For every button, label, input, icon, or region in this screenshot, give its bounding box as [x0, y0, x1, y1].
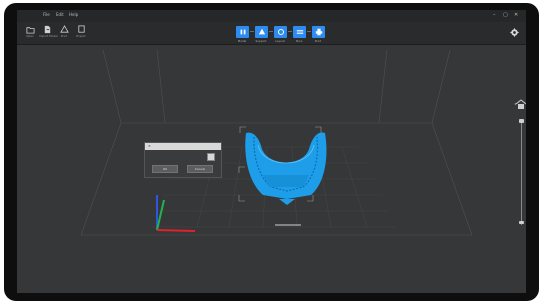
open-label: Open — [26, 34, 34, 38]
step-support-label: Support — [255, 39, 267, 43]
dental-model[interactable] — [245, 132, 327, 205]
support-icon — [258, 28, 265, 35]
build-volume — [80, 49, 473, 236]
close-button[interactable]: ✕ — [514, 12, 518, 18]
maximize-button[interactable]: ▢ — [503, 12, 508, 18]
x-axis — [156, 229, 196, 232]
axis-gizmo — [156, 195, 196, 232]
step-layout-label: Layout — [275, 39, 285, 43]
3d-viewport[interactable]: × OK Cancel — [17, 45, 526, 293]
main-toolbar: Open Import Model Print Export Model Sup… — [17, 22, 526, 45]
step-model[interactable] — [236, 26, 249, 38]
import-model-button[interactable]: Import Model — [39, 25, 58, 42]
step-connector — [250, 31, 254, 32]
step-slice-label: Slice — [295, 39, 303, 43]
step-print-label: Print — [314, 39, 322, 43]
export-label: Export — [76, 34, 86, 38]
layer-slider-bottom-handle[interactable] — [519, 221, 524, 224]
layout-icon — [277, 28, 284, 36]
dialog-title-bar: × — [145, 143, 221, 150]
home-view-icon[interactable] — [514, 98, 526, 110]
gear-icon[interactable] — [510, 28, 519, 37]
print-icon — [59, 25, 69, 33]
step-layout[interactable] — [274, 26, 287, 38]
app-window: File Edit Help – ▢ ✕ Open Import Model P… — [17, 10, 526, 293]
export-icon — [77, 25, 85, 33]
import-label: Import Model — [39, 34, 58, 38]
close-icon[interactable]: × — [148, 144, 219, 148]
menu-edit[interactable]: Edit — [56, 12, 64, 17]
slice-icon — [296, 30, 303, 34]
step-slice[interactable] — [293, 26, 306, 38]
step-connector — [288, 31, 292, 32]
ok-button[interactable]: OK — [152, 165, 178, 173]
parameter-dialog: × OK Cancel — [144, 142, 222, 178]
cancel-button[interactable]: Cancel — [187, 165, 213, 173]
step-model-label: Model — [237, 39, 247, 43]
print-tool-button[interactable]: Print — [56, 25, 72, 42]
menu-file[interactable]: File — [43, 12, 50, 17]
minimize-button[interactable]: – — [493, 12, 496, 18]
open-button[interactable]: Open — [22, 25, 38, 42]
step-connector — [307, 31, 311, 32]
layer-slider-track[interactable] — [521, 120, 522, 225]
title-bar: File Edit Help – ▢ ✕ — [17, 10, 526, 22]
y-axis — [156, 199, 165, 231]
print-icon — [315, 28, 322, 36]
build-scene — [80, 49, 473, 236]
import-icon — [44, 25, 50, 34]
menu-help[interactable]: Help — [69, 12, 78, 17]
model-icon — [240, 29, 245, 35]
layer-slider-top-handle[interactable] — [519, 119, 524, 123]
export-button[interactable]: Export — [73, 25, 89, 42]
step-support[interactable] — [255, 26, 268, 38]
print-tool-label: Print — [60, 34, 68, 38]
dialog-checkbox[interactable] — [207, 153, 215, 161]
screen-bezel: File Edit Help – ▢ ✕ Open Import Model P… — [4, 3, 539, 301]
step-print[interactable] — [312, 26, 325, 38]
folder-open-icon — [25, 27, 35, 34]
step-connector — [269, 31, 273, 32]
